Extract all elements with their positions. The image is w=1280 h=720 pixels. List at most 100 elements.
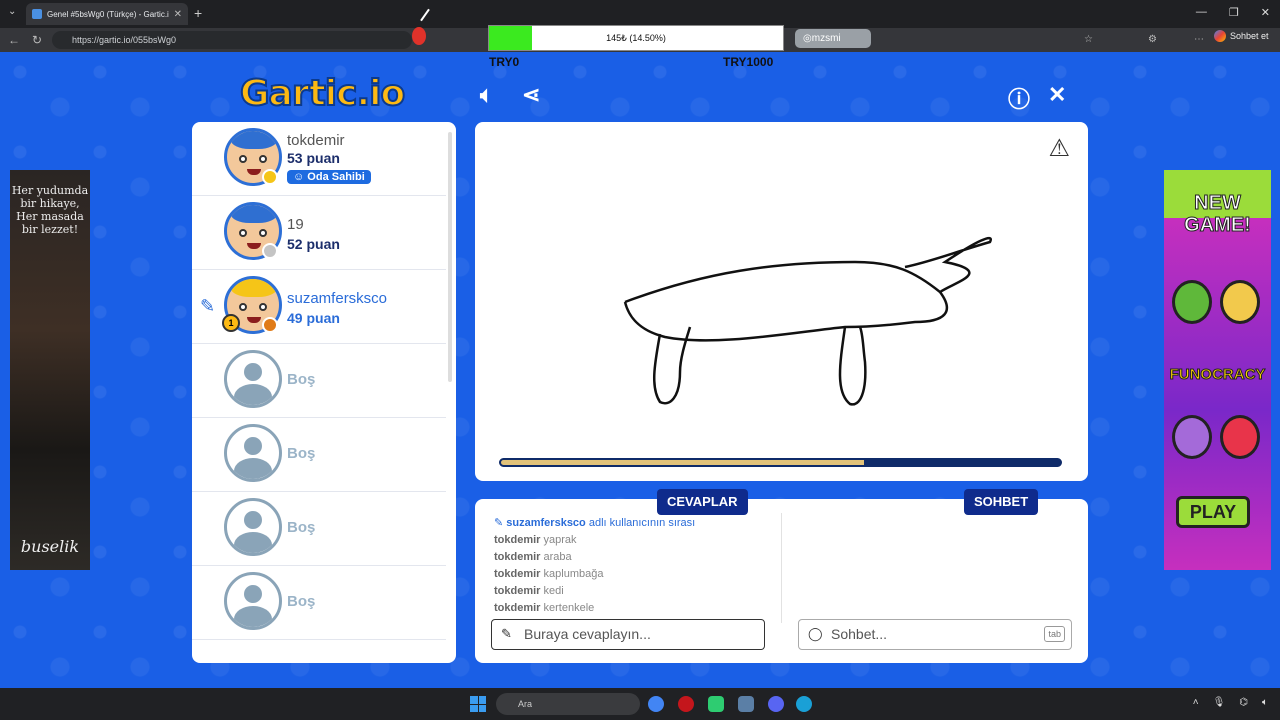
- discord-icon[interactable]: [768, 696, 784, 712]
- answer-item: tokdemir araba: [494, 549, 764, 566]
- left-ad-text: Her yudumda bir hikaye, Her masada bir l…: [11, 184, 89, 236]
- avatar-hair: [231, 131, 277, 149]
- tray-chevron-icon[interactable]: ˄: [1193, 697, 1199, 708]
- answer-user: tokdemir: [494, 602, 541, 614]
- answer-text: adlı kullanıcının sırası: [588, 517, 696, 529]
- answer-user: tokdemir: [494, 568, 541, 580]
- opera-icon[interactable]: [678, 696, 694, 712]
- drawing-canvas[interactable]: ⚠: [475, 122, 1088, 481]
- left-ad-banner[interactable]: Her yudumda bir hikaye, Her masada bir l…: [10, 170, 90, 570]
- close-tab-icon[interactable]: ✕: [174, 9, 182, 20]
- close-window-icon[interactable]: ✕: [1261, 6, 1270, 19]
- room-owner-badge: ☺ Oda Sahibi: [287, 170, 371, 184]
- tab-answers[interactable]: CEVAPLAR: [657, 489, 748, 515]
- ad-play-button[interactable]: PLAY: [1176, 496, 1250, 528]
- tab-chat[interactable]: SOHBET: [964, 489, 1039, 515]
- tab-key-hint: tab: [1044, 626, 1065, 642]
- players-scrollbar[interactable]: [448, 132, 452, 382]
- taskbar-search[interactable]: Ara: [496, 693, 640, 715]
- avatar-eye: [259, 303, 267, 311]
- empty-slot: Boş: [192, 566, 446, 640]
- sohbet-et-button[interactable]: Sohbet et: [1214, 30, 1269, 42]
- volume-icon[interactable]: 🔈︎: [1262, 697, 1268, 708]
- player-name: 19: [287, 216, 304, 233]
- app-icon[interactable]: [708, 696, 724, 712]
- instagram-handle[interactable]: ◎mzsmi: [795, 29, 871, 48]
- donation-progress-text: 145₺ (14.50%): [606, 33, 666, 43]
- empty-slot-label: Boş: [287, 593, 316, 610]
- empty-avatar-icon: [224, 350, 282, 408]
- player-row: ✎ 1 suzamfersksco 49 puan: [192, 270, 446, 344]
- avatar-hair: [231, 205, 277, 223]
- chat-panel: CEVAPLAR SOHBET ✎ suzamfersksco adlı kul…: [475, 489, 1088, 663]
- players-panel: tokdemir 53 puan ☺ Oda Sahibi 19 52 puan…: [192, 122, 456, 663]
- answer-item: tokdemir yaprak: [494, 532, 764, 549]
- tab-menu-icon[interactable]: ⌄: [8, 6, 16, 17]
- right-ad-banner[interactable]: NEW GAME! FUNOCRACY PLAY: [1164, 170, 1271, 570]
- app-icon[interactable]: [738, 696, 754, 712]
- empty-slot: Boş: [192, 344, 446, 418]
- avatar-mouth: [247, 169, 261, 175]
- maximize-icon[interactable]: ❐: [1229, 6, 1239, 19]
- player-row: 19 52 puan: [192, 196, 446, 270]
- status-dot: [262, 243, 278, 259]
- answer-item: tokdemir kedi: [494, 583, 764, 600]
- player-points: 52 puan: [287, 236, 340, 252]
- creature-icon: [1172, 415, 1212, 459]
- donation-max-label: TRY1000: [723, 55, 774, 69]
- pencil-icon: ✎: [501, 626, 512, 641]
- answer-text: kertenkele: [543, 602, 595, 614]
- avatar-head: [244, 585, 262, 603]
- browser-tab-bar: ⌄ Genel #5bsWg0 (Türkçe) - Gartic.io ✕ +…: [0, 0, 1280, 28]
- chat-input[interactable]: ◯ Sohbet... tab: [798, 619, 1072, 650]
- exit-icon[interactable]: ✕: [1048, 82, 1066, 108]
- reload-icon[interactable]: ↻: [32, 33, 42, 47]
- avatar-eye: [259, 229, 267, 237]
- extensions-icon[interactable]: ⚙: [1148, 34, 1157, 45]
- answer-user: suzamfersksco: [506, 517, 586, 529]
- status-dot: [262, 169, 278, 185]
- sound-icon[interactable]: 🔈︎: [480, 82, 493, 108]
- new-tab-button[interactable]: +: [194, 5, 202, 21]
- sohbet-et-label: Sohbet et: [1230, 31, 1269, 41]
- answer-text: kedi: [543, 585, 564, 597]
- tab-title: Genel #5bsWg0 (Türkçe) - Gartic.io: [47, 9, 169, 19]
- system-tray: ˄ 🎙︎ ⌬ 🔈︎: [1193, 697, 1268, 708]
- player-row: tokdemir 53 puan ☺ Oda Sahibi: [192, 122, 446, 196]
- empty-slot: Boş: [192, 492, 446, 566]
- chrome-icon[interactable]: [648, 696, 664, 712]
- network-icon[interactable]: ⌬: [1239, 697, 1248, 708]
- edge-icon[interactable]: [796, 696, 812, 712]
- chat-bubble-icon: ◯: [808, 626, 823, 641]
- url-field[interactable]: https://gartic.io/055bsWg0: [52, 31, 412, 49]
- empty-slot-label: Boş: [287, 445, 316, 462]
- bookmark-icon[interactable]: ☆: [1084, 34, 1093, 45]
- avatar-eye: [239, 303, 247, 311]
- avatar-head: [244, 437, 262, 455]
- more-menu-icon[interactable]: ⋯: [1194, 34, 1204, 45]
- empty-avatar-icon: [224, 424, 282, 482]
- drawing-pencil-icon: ✎: [200, 296, 216, 316]
- minimize-icon[interactable]: —: [1196, 6, 1207, 19]
- right-ad-brand: FUNOCRACY: [1169, 366, 1266, 384]
- browser-tab[interactable]: Genel #5bsWg0 (Türkçe) - Gartic.io ✕: [26, 3, 188, 25]
- mic-icon[interactable]: 🎙︎: [1213, 697, 1226, 708]
- back-icon[interactable]: ←: [8, 33, 20, 47]
- window-controls: — ❐ ✕: [1196, 6, 1270, 19]
- turn-message: ✎ suzamfersksco adlı kullanıcının sırası: [494, 517, 696, 529]
- answer-input[interactable]: ✎ Buraya cevaplayın...: [491, 619, 765, 650]
- empty-slot-label: Boş: [287, 519, 316, 536]
- avatar-eye: [239, 155, 247, 163]
- player-points: 49 puan: [287, 310, 340, 326]
- red-marker-icon: [412, 27, 426, 45]
- info-icon[interactable]: ⓘ: [1008, 82, 1030, 114]
- round-timer-fill: [501, 460, 865, 465]
- status-dot: [262, 317, 278, 333]
- empty-slot-label: Boş: [287, 371, 316, 388]
- answer-user: tokdemir: [494, 551, 541, 563]
- right-ad-title: NEW GAME!: [1184, 192, 1252, 237]
- avatar-eye: [259, 155, 267, 163]
- taskbar-search-text: Ara: [518, 699, 533, 709]
- windows-start-icon[interactable]: [470, 696, 486, 712]
- share-icon[interactable]: ⋖: [522, 82, 540, 108]
